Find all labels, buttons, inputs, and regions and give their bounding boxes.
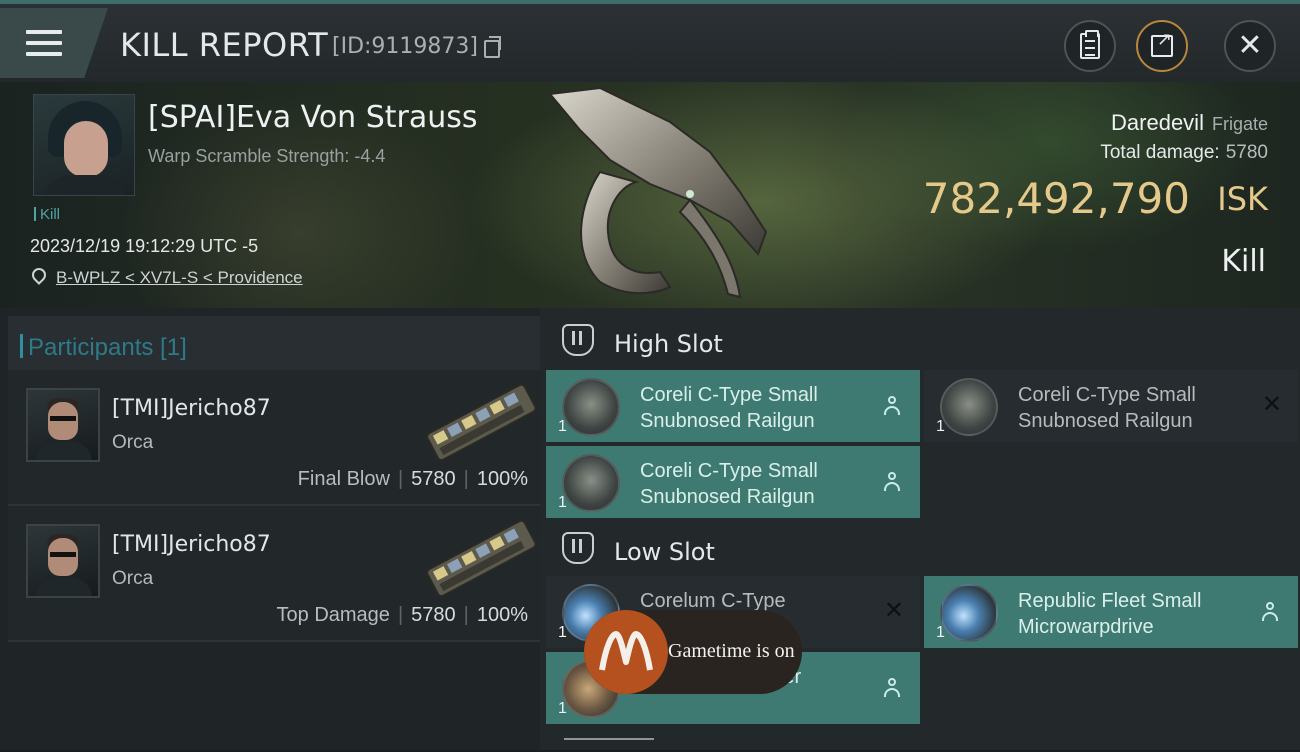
module-name: Coreli C-Type Small Snubnosed Railgun (640, 384, 818, 432)
destroyed-x-icon: ✕ (1261, 390, 1282, 418)
victim-banner: [SPAI]Eva Von Strauss Warp Scramble Stre… (0, 82, 1300, 308)
microwarpdrive-icon (940, 584, 998, 642)
participant-avatar[interactable] (26, 388, 100, 462)
module-quantity: 1 (558, 624, 567, 641)
dropped-person-icon (884, 396, 900, 416)
page-title: KILL REPORT (120, 26, 329, 64)
participants-header: Participants [1] (8, 316, 540, 372)
isk-unit: ISK (1217, 180, 1268, 218)
participant-label: Final Blow (297, 468, 390, 490)
close-button[interactable]: ✕ (1224, 20, 1276, 72)
total-damage-value: 5780 (1225, 142, 1268, 163)
high-slot-icon (562, 324, 594, 356)
destroyed-x-icon: ✕ (883, 596, 904, 624)
module-slot[interactable]: 1 Republic Fleet Small Microwarpdrive (924, 576, 1298, 648)
report-button[interactable] (1064, 20, 1116, 72)
high-slot-title: High Slot (614, 330, 723, 358)
close-icon: ✕ (1237, 28, 1263, 63)
participant-row[interactable]: [TMI]Jericho87 Orca Final Blow | 5780 | 100% (8, 370, 540, 506)
ship-class: Frigate (1211, 114, 1268, 134)
module-name: Coreli C-Type Small Snubnosed Railgun (1018, 384, 1196, 432)
header-bar: KILL REPORT [ID:9119873] ✕ (0, 0, 1300, 82)
module-slot[interactable]: 1 Coreli C-Type Small Snubnosed Railgun … (924, 370, 1298, 442)
railgun-icon (562, 454, 620, 512)
ship-type[interactable]: Daredevil Frigate (1111, 110, 1268, 136)
kill-location[interactable]: B-WPLZ < XV7L-S < Providence (29, 265, 303, 288)
participants-panel: Participants [1] [TMI]Jericho87 Orca Fin… (0, 308, 540, 750)
toast-text: Gametime is on (668, 640, 795, 662)
motorola-logo-icon (584, 610, 668, 694)
participant-stats: Final Blow | 5780 | 100% (297, 468, 528, 490)
participant-ship: Orca (112, 568, 154, 589)
report-id: [ID:9119873] (332, 34, 478, 59)
module-quantity: 1 (936, 418, 945, 435)
module-quantity: 1 (558, 700, 567, 717)
total-damage: Total damage: 5780 (1100, 142, 1268, 164)
location-link[interactable]: B-WPLZ < XV7L-S < Providence (56, 268, 303, 287)
participant-percent: 100% (476, 468, 528, 490)
share-button[interactable] (1136, 20, 1188, 72)
warp-scramble-text: Warp Scramble Strength: -4.4 (148, 146, 386, 166)
participant-damage: 5780 (411, 604, 456, 626)
participant-ship: Orca (112, 432, 154, 453)
railgun-icon (940, 378, 998, 436)
module-quantity: 1 (558, 494, 567, 511)
participant-damage: 5780 (411, 468, 456, 490)
menu-button[interactable] (0, 8, 108, 78)
ship-name: Daredevil (1111, 110, 1204, 135)
kill-datetime: 2023/12/19 19:12:29 UTC -5 (30, 236, 259, 256)
ship-image[interactable] (540, 82, 800, 308)
participant-name[interactable]: [TMI]Jericho87 (112, 396, 271, 421)
kill-tag: Kill (34, 206, 60, 223)
low-slot-title: Low Slot (614, 538, 715, 566)
module-quantity: 1 (558, 418, 567, 435)
total-damage-label: Total damage: (1100, 142, 1220, 163)
gametime-toast[interactable]: Gametime is on (584, 610, 802, 694)
copy-icon[interactable] (484, 36, 501, 58)
participant-label: Top Damage (276, 604, 390, 626)
location-pin-icon (29, 265, 49, 285)
orca-ship-icon[interactable] (418, 382, 542, 462)
low-slot-icon (562, 532, 594, 564)
victim-name[interactable]: [SPAI]Eva Von Strauss (148, 100, 478, 135)
result-label: Kill (1221, 244, 1266, 279)
participant-row[interactable]: [TMI]Jericho87 Orca Top Damage | 5780 | 100% (8, 506, 540, 642)
participant-name[interactable]: [TMI]Jericho87 (112, 532, 271, 557)
participant-percent: 100% (476, 604, 528, 626)
isk-value: 782,492,790 (922, 174, 1190, 223)
dropped-person-icon (884, 678, 900, 698)
share-icon (1151, 29, 1173, 57)
victim-portrait[interactable] (33, 94, 135, 196)
participant-avatar[interactable] (26, 524, 100, 598)
module-name: Republic Fleet Small Microwarpdrive (1018, 590, 1202, 638)
clipboard-icon (1080, 30, 1100, 59)
menu-icon (26, 30, 62, 58)
dropped-person-icon (1262, 602, 1278, 622)
module-quantity: 1 (936, 624, 945, 641)
participants-heading: Participants [1] (20, 334, 187, 361)
participant-stats: Top Damage | 5780 | 100% (276, 604, 528, 626)
high-slot-header: High Slot (540, 312, 1300, 370)
low-slot-header: Low Slot (540, 520, 1300, 578)
railgun-icon (562, 378, 620, 436)
module-name: Coreli C-Type Small Snubnosed Railgun (640, 460, 818, 508)
orca-ship-icon[interactable] (418, 518, 542, 598)
module-slot[interactable]: 1 Coreli C-Type Small Snubnosed Railgun (546, 370, 920, 442)
dropped-person-icon (884, 472, 900, 492)
module-slot[interactable]: 1 Coreli C-Type Small Snubnosed Railgun (546, 446, 920, 518)
